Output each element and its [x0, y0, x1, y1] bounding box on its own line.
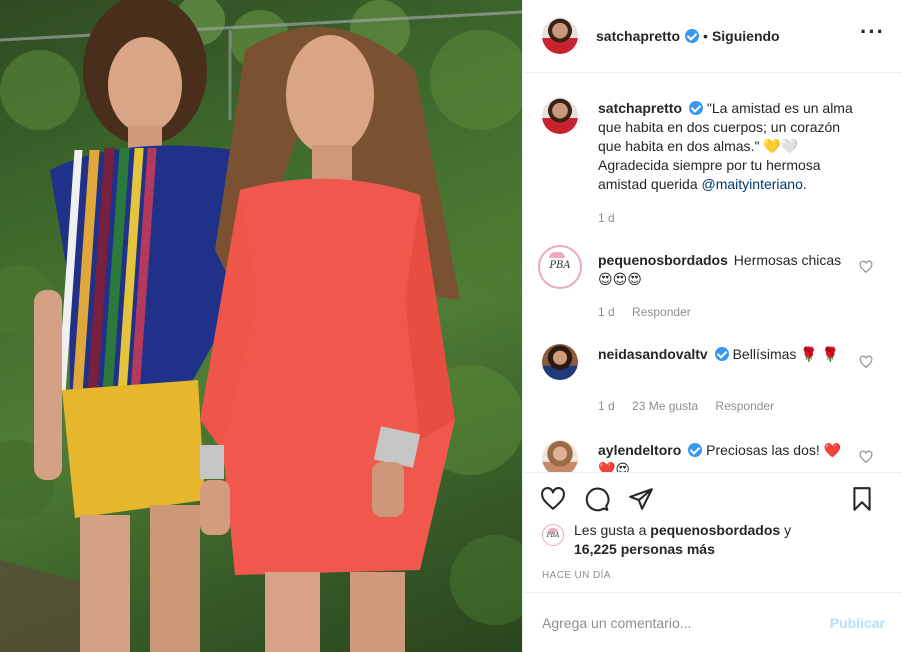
likes-prefix: Les gusta a — [574, 522, 647, 538]
comment-reply-button[interactable]: Responder — [715, 399, 774, 413]
author-username[interactable]: satchapretto — [596, 28, 680, 44]
photo-illustration — [0, 0, 522, 652]
send-icon[interactable] — [628, 486, 654, 512]
verified-badge-icon — [689, 101, 704, 115]
post-side-panel: satchapretto • Siguiendo ··· satchaprett… — [522, 0, 902, 652]
comment-likes[interactable]: 23 Me gusta — [632, 399, 698, 413]
likes-summary: PBA Les gusta a pequenosbordados y 16,22… — [542, 521, 814, 559]
bookmark-icon[interactable] — [849, 486, 875, 512]
caption-trailing: . — [802, 176, 807, 192]
comment-like-icon[interactable] — [859, 355, 873, 369]
likes-others-link[interactable]: 16,225 personas más — [574, 541, 715, 557]
verified-badge-icon — [688, 443, 703, 457]
comment-like-icon[interactable] — [859, 260, 873, 274]
header-separator: • — [703, 28, 708, 44]
post-photo[interactable] — [0, 0, 522, 652]
more-options-icon[interactable]: ··· — [860, 21, 885, 43]
caption-username[interactable]: satchapretto — [598, 100, 682, 116]
comment-input[interactable] — [542, 614, 830, 631]
caption: satchapretto "La amistad es un alma que … — [542, 98, 887, 194]
comment-time[interactable]: 1 d — [598, 399, 615, 413]
commenter-username[interactable]: neidasandovaltv — [598, 346, 708, 362]
add-comment-bar: Publicar — [523, 592, 902, 652]
liker-avatar[interactable]: PBA — [542, 524, 564, 546]
comment-reply-button[interactable]: Responder — [632, 305, 691, 319]
commenter-username[interactable]: pequenosbordados — [598, 252, 728, 268]
comment-time[interactable]: 1 d — [598, 305, 615, 319]
caption-avatar[interactable] — [542, 98, 578, 134]
author-avatar[interactable] — [542, 18, 578, 54]
comment-text: Bellísimas 🌹 🌹 — [732, 346, 840, 362]
follow-status-button[interactable]: Siguiendo — [712, 28, 780, 44]
likes-conjunction: y — [784, 522, 792, 538]
caption-mention-link[interactable]: @maityinteriano — [702, 176, 803, 192]
comment-meta: 1 d Responder — [598, 305, 705, 319]
commenter-avatar[interactable] — [542, 344, 578, 380]
comment-like-icon[interactable] — [859, 450, 873, 464]
commenter-avatar[interactable] — [542, 440, 578, 472]
comment-item: PBA pequenosbordados Hermosas chicas😍😍😍 — [538, 245, 887, 289]
verified-badge-icon — [685, 29, 700, 43]
comment-item: aylendeltoro Preciosas las dos! ❤️❤️😍 — [542, 440, 887, 472]
verified-badge-icon — [714, 347, 729, 361]
heart-icon[interactable] — [540, 486, 566, 512]
commenter-username[interactable]: aylendeltoro — [598, 442, 681, 458]
comment-meta: 1 d 23 Me gusta Responder — [598, 399, 788, 413]
liker-username[interactable]: pequenosbordados — [650, 522, 780, 538]
comment-icon[interactable] — [584, 486, 610, 512]
instagram-post: satchapretto • Siguiendo ··· satchaprett… — [0, 0, 902, 652]
comments-list[interactable]: satchapretto "La amistad es un alma que … — [523, 74, 902, 472]
post-header: satchapretto • Siguiendo ··· — [523, 0, 902, 73]
post-timestamp[interactable]: HACE UN DÍA — [542, 570, 611, 581]
commenter-avatar[interactable]: PBA — [538, 245, 582, 289]
comment-item: neidasandovaltv Bellísimas 🌹 🌹 — [542, 344, 887, 380]
caption-time[interactable]: 1 d — [598, 211, 615, 225]
caption-meta: 1 d — [598, 211, 629, 225]
post-actions: PBA Les gusta a pequenosbordados y 16,22… — [523, 472, 902, 592]
publish-button[interactable]: Publicar — [830, 615, 885, 631]
